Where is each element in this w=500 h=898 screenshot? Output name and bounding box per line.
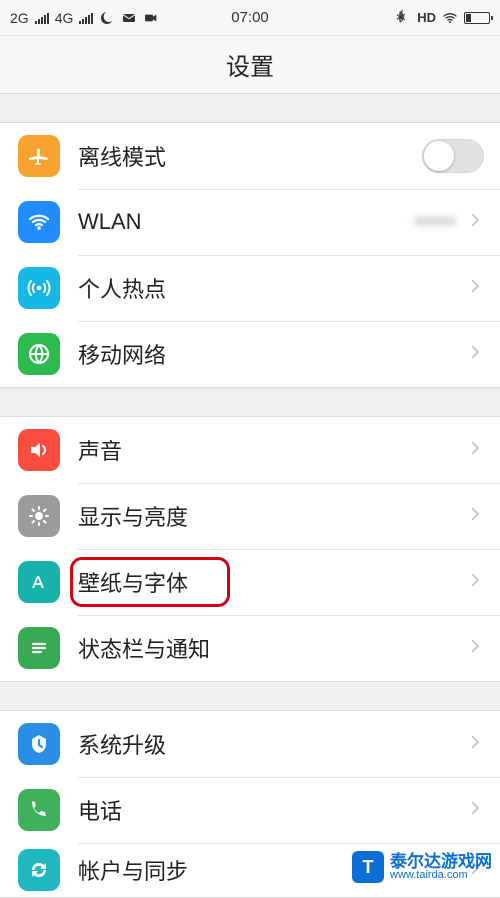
row-sound[interactable]: 声音 bbox=[0, 417, 500, 483]
phone-label: 电话 bbox=[78, 794, 466, 826]
wlan-value: •••••• bbox=[414, 211, 456, 234]
watermark-text-en: www.tairda.com bbox=[390, 870, 492, 881]
hd-label: HD bbox=[417, 10, 436, 25]
update-icon bbox=[18, 723, 60, 765]
watermark-text-cn: 泰尔达游戏网 bbox=[390, 853, 492, 870]
row-update[interactable]: 系统升级 bbox=[0, 711, 500, 777]
chevron-right-icon bbox=[466, 436, 484, 464]
signal-bars-2-icon bbox=[79, 12, 93, 24]
network-2-label: 4G bbox=[55, 10, 74, 26]
chevron-right-icon bbox=[466, 274, 484, 302]
wifi-icon bbox=[442, 10, 458, 26]
globe-icon bbox=[18, 333, 60, 375]
wifi-settings-icon bbox=[18, 201, 60, 243]
display-label: 显示与亮度 bbox=[78, 500, 466, 532]
font-icon bbox=[18, 561, 60, 603]
update-label: 系统升级 bbox=[78, 728, 466, 760]
notifications-label: 状态栏与通知 bbox=[78, 632, 466, 664]
airplane-toggle[interactable] bbox=[422, 139, 484, 173]
chevron-right-icon bbox=[466, 568, 484, 596]
row-wlan[interactable]: WLAN •••••• bbox=[0, 189, 500, 255]
airplane-icon bbox=[18, 135, 60, 177]
list-icon bbox=[18, 627, 60, 669]
chevron-right-icon bbox=[466, 634, 484, 662]
row-hotspot[interactable]: 个人热点 bbox=[0, 255, 500, 321]
hotspot-label: 个人热点 bbox=[78, 272, 466, 304]
wallpaper-label: 壁纸与字体 bbox=[78, 566, 466, 598]
video-icon bbox=[143, 10, 159, 26]
watermark-logo-icon: T bbox=[352, 851, 384, 883]
bluetooth-icon bbox=[395, 10, 411, 26]
chevron-right-icon bbox=[466, 730, 484, 758]
settings-group-network: 离线模式 WLAN •••••• 个人热点 移动网络 bbox=[0, 122, 500, 388]
cellular-label: 移动网络 bbox=[78, 338, 466, 370]
chevron-right-icon bbox=[466, 796, 484, 824]
airplane-label: 离线模式 bbox=[78, 140, 422, 172]
row-cellular[interactable]: 移动网络 bbox=[0, 321, 500, 387]
chevron-right-icon bbox=[466, 208, 484, 236]
watermark: T 泰尔达游戏网 www.tairda.com bbox=[352, 851, 492, 883]
sound-label: 声音 bbox=[78, 434, 466, 466]
network-1-label: 2G bbox=[10, 10, 29, 26]
status-left: 2G 4G bbox=[10, 10, 159, 26]
chevron-right-icon bbox=[466, 502, 484, 530]
signal-bars-1-icon bbox=[35, 12, 49, 24]
wlan-label: WLAN bbox=[78, 209, 414, 235]
sync-icon bbox=[18, 849, 60, 891]
envelope-icon bbox=[121, 10, 137, 26]
row-notifications[interactable]: 状态栏与通知 bbox=[0, 615, 500, 681]
chevron-right-icon bbox=[466, 340, 484, 368]
page-title: 设置 bbox=[0, 36, 500, 94]
brightness-icon bbox=[18, 495, 60, 537]
status-right: HD bbox=[395, 10, 490, 26]
speaker-icon bbox=[18, 429, 60, 471]
row-display[interactable]: 显示与亮度 bbox=[0, 483, 500, 549]
settings-group-display: 声音 显示与亮度 壁纸与字体 状态栏与通知 bbox=[0, 416, 500, 682]
row-phone[interactable]: 电话 bbox=[0, 777, 500, 843]
hotspot-icon bbox=[18, 267, 60, 309]
status-bar: 2G 4G 07:00 HD bbox=[0, 0, 500, 36]
phone-icon bbox=[18, 789, 60, 831]
row-wallpaper[interactable]: 壁纸与字体 bbox=[0, 549, 500, 615]
moon-icon bbox=[99, 10, 115, 26]
row-airplane-mode[interactable]: 离线模式 bbox=[0, 123, 500, 189]
battery-icon bbox=[464, 12, 490, 24]
